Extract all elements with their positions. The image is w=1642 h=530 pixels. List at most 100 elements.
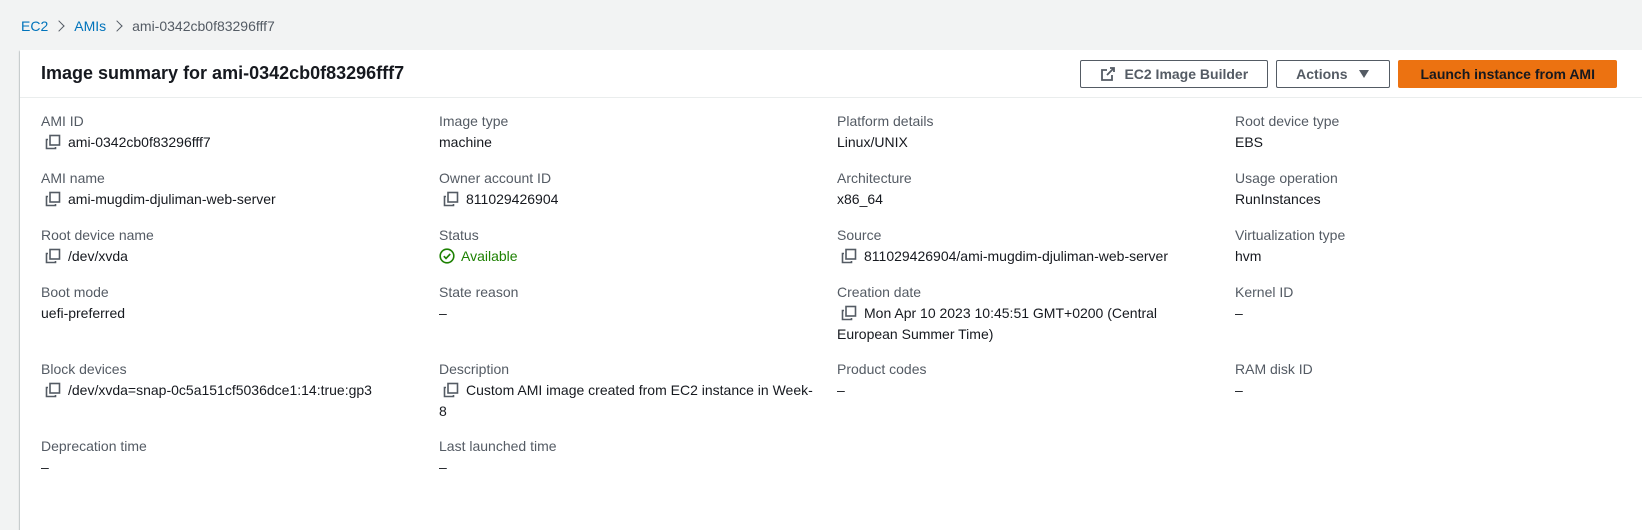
field-label: RAM disk ID [1235,361,1313,377]
field-kernel-id: Kernel ID – [1235,282,1633,345]
field-label: Root device type [1235,113,1340,129]
header-actions: EC2 Image Builder Actions Launch instanc… [1072,59,1617,88]
field-source: Source 811029426904/ami-mugdim-djuliman-… [837,225,1235,268]
check-circle-icon [439,248,455,264]
field-virtualization-type: Virtualization type hvm [1235,225,1633,268]
copy-icon[interactable] [443,191,459,207]
field-boot-mode: Boot mode uefi-preferred [41,282,439,345]
field-value-wrap: /dev/xvda [41,246,439,267]
field-status: Status Available [439,225,837,268]
actions-dropdown-button[interactable]: Actions [1276,59,1391,88]
actions-label: Actions [1296,65,1348,82]
field-usage-operation: Usage operation RunInstances [1235,168,1633,211]
field-image-type: Image type machine [439,111,837,154]
field-product-codes: Product codes – [837,359,1235,422]
field-label: Kernel ID [1235,284,1294,300]
status-indicator: Available [439,246,837,267]
field-label: Image type [439,113,509,129]
copy-icon[interactable] [45,248,61,264]
field-value: – [837,382,845,398]
field-block-devices: Block devices /dev/xvda=snap-0c5a151cf50… [41,359,439,422]
field-value: x86_64 [837,191,883,207]
details-grid: AMI ID ami-0342cb0f83296fff7 Image type … [20,98,1642,479]
field-ami-id: AMI ID ami-0342cb0f83296fff7 [41,111,439,154]
field-value: /dev/xvda [68,248,128,264]
field-value: Mon Apr 10 2023 10:45:51 GMT+0200 (Centr… [837,305,1158,342]
field-last-launched-time: Last launched time – [439,436,837,479]
field-creation-date: Creation date Mon Apr 10 2023 10:45:51 G… [837,282,1235,345]
field-ram-disk-id: RAM disk ID – [1235,359,1633,422]
field-value-wrap: Custom AMI image created from EC2 instan… [439,380,837,422]
field-platform-details: Platform details Linux/UNIX [837,111,1235,154]
field-value: Linux/UNIX [837,134,908,150]
launch-instance-button[interactable]: Launch instance from AMI [1398,59,1617,88]
field-architecture: Architecture x86_64 [837,168,1235,211]
field-label: State reason [439,284,519,300]
field-state-reason: State reason – [439,282,837,345]
field-value: – [1235,382,1243,398]
breadcrumb-current: ami-0342cb0f83296fff7 [132,18,275,34]
field-owner-account-id: Owner account ID 811029426904 [439,168,837,211]
status-value: Available [461,248,518,264]
field-value: uefi-preferred [41,305,126,321]
breadcrumb-ec2[interactable]: EC2 [21,18,48,34]
field-label: Creation date [837,284,922,300]
field-value-wrap: 811029426904/ami-mugdim-djuliman-web-ser… [837,246,1235,267]
field-value: ami-mugdim-djuliman-web-server [68,191,276,207]
field-value: – [439,459,447,475]
field-label: Deprecation time [41,438,147,454]
field-label: Last launched time [439,438,557,454]
field-deprecation-time: Deprecation time – [41,436,439,479]
field-value-wrap: Mon Apr 10 2023 10:45:51 GMT+0200 (Centr… [837,303,1235,345]
field-value: RunInstances [1235,191,1321,207]
chevron-right-icon [48,19,74,33]
ec2-image-builder-button[interactable]: EC2 Image Builder [1080,59,1269,88]
field-value: ami-0342cb0f83296fff7 [68,134,211,150]
field-value-wrap: /dev/xvda=snap-0c5a151cf5036dce1:14:true… [41,380,439,401]
field-label: Product codes [837,361,927,377]
caret-down-icon [1358,69,1370,79]
copy-icon[interactable] [45,191,61,207]
field-label: AMI ID [41,113,84,129]
field-label: Architecture [837,170,912,186]
copy-icon[interactable] [443,382,459,398]
field-label: Description [439,361,510,377]
field-value: 811029426904 [466,191,559,207]
field-value: 811029426904/ami-mugdim-djuliman-web-ser… [864,248,1169,264]
field-value: machine [439,134,492,150]
field-label: Virtualization type [1235,227,1346,243]
field-value: – [1235,305,1243,321]
field-root-device-type: Root device type EBS [1235,111,1633,154]
panel-header: Image summary for ami-0342cb0f83296fff7 … [20,50,1642,98]
breadcrumb: EC2 AMIs ami-0342cb0f83296fff7 [21,18,275,34]
field-label: Platform details [837,113,934,129]
field-label: Usage operation [1235,170,1338,186]
field-value: – [41,459,49,475]
field-label: Owner account ID [439,170,552,186]
breadcrumb-amis[interactable]: AMIs [74,18,106,34]
external-link-icon [1100,66,1116,82]
field-label: Root device name [41,227,154,243]
field-label: AMI name [41,170,105,186]
field-root-device-name: Root device name /dev/xvda [41,225,439,268]
field-value: /dev/xvda=snap-0c5a151cf5036dce1:14:true… [68,382,372,398]
copy-icon[interactable] [841,248,857,264]
field-label: Source [837,227,882,243]
panel-title: Image summary for ami-0342cb0f83296fff7 [41,63,405,83]
field-value-wrap: ami-mugdim-djuliman-web-server [41,189,439,210]
field-value: hvm [1235,248,1262,264]
field-value-wrap: 811029426904 [439,189,837,210]
field-value-wrap: ami-0342cb0f83296fff7 [41,132,439,153]
field-value: EBS [1235,134,1264,150]
field-value: – [439,305,447,321]
ec2-image-builder-label: EC2 Image Builder [1124,65,1249,82]
field-label: Block devices [41,361,127,377]
field-label: Status [439,227,479,243]
field-description: Description Custom AMI image created fro… [439,359,837,422]
copy-icon[interactable] [45,134,61,150]
copy-icon[interactable] [45,382,61,398]
copy-icon[interactable] [841,305,857,321]
chevron-right-icon [106,19,132,33]
image-summary-panel: Image summary for ami-0342cb0f83296fff7 … [20,50,1642,530]
field-ami-name: AMI name ami-mugdim-djuliman-web-server [41,168,439,211]
